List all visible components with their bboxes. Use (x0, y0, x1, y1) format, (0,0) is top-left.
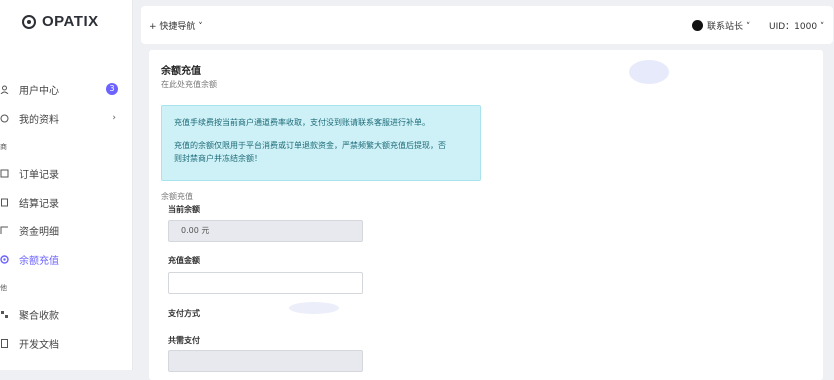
settlement-icon (0, 198, 9, 207)
total-pay-label: 共需支付 (168, 336, 200, 345)
contact-label: 联系站长 ˅ (707, 22, 751, 32)
recharge-icon (0, 254, 9, 264)
current-balance-label: 当前余额 (168, 205, 200, 214)
sidebar-item-recharge[interactable]: 余额充值 (0, 248, 132, 270)
info-alert: 充值手续费按当前商户通道费率收取，支付没到账请联系客服进行补单。 充值的余额仅限… (161, 105, 481, 181)
doc-icon (0, 338, 9, 348)
sidebar-item-label: 结算记录 (19, 198, 59, 210)
sidebar-item-settlement[interactable]: 结算记录 (0, 191, 132, 213)
alert-text-line1: 充值手续费按当前商户通道费率收取，支付没到账请联系客服进行补单。 (174, 118, 430, 127)
fieldset-legend: 余额充值 (161, 192, 193, 201)
user-icon (0, 85, 9, 94)
brand-logo[interactable]: OPATIX (22, 13, 99, 30)
profile-icon (0, 114, 9, 123)
sidebar-item-user-center[interactable]: 用户中心 3 (0, 78, 132, 100)
order-icon (0, 169, 9, 178)
logo-icon (22, 14, 36, 29)
decorative-shape (289, 302, 339, 314)
page-title: 余额充值 (161, 66, 201, 77)
current-balance-field: 0.00 元 (168, 220, 363, 242)
alert-text-line2: 充值的余额仅限用于平台消费或订单退款资金，严禁频繁大额充值后提现，否 (174, 141, 446, 150)
sidebar-item-label: 订单记录 (19, 169, 59, 181)
sidebar-item-aggregate-payment[interactable]: 聚合收款 (0, 303, 132, 325)
contact-admin-button[interactable]: 联系站长 ˅ (692, 19, 750, 32)
sidebar-section-title: 商 (0, 143, 7, 151)
total-pay-field (168, 350, 363, 372)
sidebar-item-label: 聚合收款 (19, 310, 59, 322)
pay-method-label: 支付方式 (168, 309, 200, 318)
sidebar-item-label: 用户中心 (19, 85, 59, 97)
brand-name: OPATIX (42, 13, 99, 30)
top-bar: + 快捷导航 ˅ 联系站长 ˅ UID：1000 ˅ (141, 6, 833, 44)
sidebar-item-docs[interactable]: 开发文档 (0, 332, 132, 354)
sidebar-item-label: 资金明细 (19, 226, 59, 238)
alert-text-line3: 则封禁商户并冻结余额！ (174, 154, 262, 163)
recharge-card: 余额充值 在此处充值余额 充值手续费按当前商户通道费率收取，支付没到账请联系客服… (149, 50, 823, 380)
notification-badge: 3 (106, 83, 118, 95)
sidebar-item-funds[interactable]: 资金明细 (0, 219, 132, 241)
page-subtitle: 在此处充值余额 (161, 80, 217, 89)
qrcode-icon (0, 310, 9, 319)
sidebar-item-label: 开发文档 (19, 339, 59, 351)
sidebar-item-profile[interactable]: 我的资料 › (0, 107, 132, 129)
user-id-menu[interactable]: UID：1000 ˅ (769, 19, 824, 32)
amount-input[interactable] (168, 272, 363, 294)
sidebar-item-orders[interactable]: 订单记录 (0, 162, 132, 184)
sidebar: OPATIX 用户中心 3 我的资料 › 商 订单记录 结算记录 资金明细 余额… (0, 0, 133, 370)
funds-icon (0, 226, 9, 235)
sidebar-item-label: 余额充值 (19, 255, 59, 267)
sidebar-section-title: 他 (0, 284, 7, 292)
amount-label: 充值金额 (168, 256, 200, 265)
sidebar-item-label: 我的资料 (19, 114, 59, 126)
decorative-shape (629, 60, 669, 84)
qq-icon (692, 20, 703, 31)
chevron-right-icon: › (112, 113, 116, 123)
quick-nav-button[interactable]: + 快捷导航 ˅ (149, 19, 203, 32)
